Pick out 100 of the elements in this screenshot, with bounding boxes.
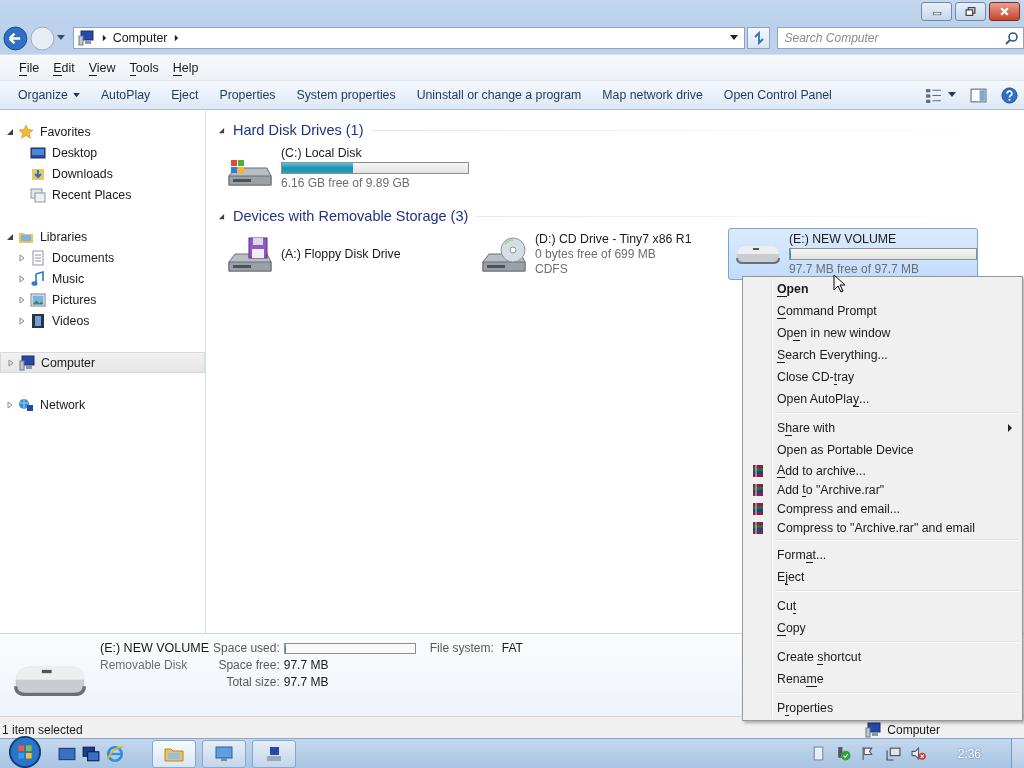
breadcrumb-arrow-icon[interactable] bbox=[101, 34, 107, 42]
preview-pane-icon[interactable] bbox=[970, 86, 987, 104]
tree-item[interactable]: Videos bbox=[0, 310, 205, 331]
tree-item[interactable]: Libraries bbox=[0, 226, 205, 247]
tree-item[interactable]: Documents bbox=[0, 247, 205, 268]
film-icon bbox=[30, 312, 46, 329]
group-header[interactable]: Devices with Removable Storage (3) bbox=[233, 208, 469, 224]
tree-item[interactable]: Desktop bbox=[0, 142, 205, 163]
breadcrumb-arrow-icon[interactable] bbox=[173, 34, 179, 42]
toolbar-button[interactable]: Properties bbox=[211, 84, 284, 106]
security-check-icon[interactable] bbox=[835, 746, 851, 761]
menu-item[interactable]: View bbox=[81, 58, 123, 77]
group-header[interactable]: Hard Disk Drives (1) bbox=[233, 122, 364, 138]
picture-icon bbox=[30, 291, 46, 308]
tree-item[interactable]: Favorites bbox=[0, 121, 205, 142]
menu-item[interactable]: Create shortcut bbox=[745, 646, 1020, 668]
floppy-drive-icon bbox=[228, 236, 272, 272]
menu-item[interactable]: Add to "Archive.rar" bbox=[745, 480, 1020, 499]
toolbar-button[interactable]: Eject bbox=[163, 84, 207, 106]
search-field[interactable]: Search Computer bbox=[777, 27, 1024, 49]
taskbar-button[interactable] bbox=[252, 739, 296, 768]
address-bar[interactable]: Computer bbox=[72, 27, 745, 49]
help-icon[interactable] bbox=[1001, 86, 1018, 104]
menu-item[interactable]: Close CD-tray bbox=[745, 366, 1020, 388]
computer-icon bbox=[865, 721, 882, 738]
menu-item[interactable]: Open as Portable Device bbox=[745, 439, 1020, 461]
menu-item[interactable]: Search Everything... bbox=[745, 344, 1020, 366]
status-text: 1 item selected bbox=[2, 722, 83, 737]
collapse-arrow-icon[interactable] bbox=[6, 127, 14, 136]
menu-item[interactable]: Cut bbox=[745, 595, 1020, 617]
menu-item[interactable]: Open bbox=[745, 278, 1020, 300]
menu-item[interactable]: Properties bbox=[745, 697, 1020, 719]
computer-icon bbox=[264, 745, 284, 762]
menu-item[interactable]: Rename bbox=[745, 668, 1020, 690]
menu-item[interactable]: Add to archive... bbox=[745, 461, 1020, 480]
menu-item[interactable]: Open in new window bbox=[745, 322, 1020, 344]
tree-item[interactable]: Music bbox=[0, 268, 205, 289]
view-options-icon[interactable] bbox=[925, 86, 942, 104]
menu-item[interactable]: Format... bbox=[745, 544, 1020, 566]
toolbar-button[interactable]: System properties bbox=[288, 84, 404, 106]
toolbar-button[interactable]: Open Control Panel bbox=[715, 84, 840, 106]
flag-icon[interactable] bbox=[860, 746, 876, 761]
drive-tile[interactable]: (C:) Local Disk 6.16 GB free of 9.89 GB bbox=[220, 142, 470, 194]
close-button[interactable] bbox=[989, 2, 1020, 21]
status-location: Computer bbox=[887, 722, 940, 737]
menu-item[interactable]: File bbox=[12, 58, 47, 77]
menu-item[interactable]: Command Prompt bbox=[745, 300, 1020, 322]
switch-windows-icon[interactable] bbox=[82, 744, 100, 763]
history-dropdown-icon[interactable] bbox=[56, 35, 65, 41]
expand-arrow-icon[interactable] bbox=[18, 295, 26, 304]
tree-item[interactable]: Pictures bbox=[0, 289, 205, 310]
refresh-button[interactable] bbox=[746, 27, 771, 49]
collapse-arrow-icon[interactable] bbox=[6, 232, 14, 241]
collapse-arrow-icon[interactable] bbox=[218, 212, 225, 220]
dropdown-arrow-icon[interactable] bbox=[729, 35, 738, 41]
collapse-arrow-icon[interactable] bbox=[218, 126, 225, 134]
archive-books-icon bbox=[752, 502, 764, 515]
tree-item[interactable]: Recent Places bbox=[0, 184, 205, 205]
tree-item[interactable]: Computer bbox=[0, 352, 205, 373]
property-value: FAT bbox=[501, 641, 523, 655]
tree-item[interactable]: Downloads bbox=[0, 163, 205, 184]
back-button[interactable] bbox=[3, 25, 28, 51]
expand-arrow-icon[interactable] bbox=[6, 400, 14, 409]
restore-button[interactable] bbox=[955, 2, 986, 21]
tree-item[interactable]: Network bbox=[0, 394, 205, 415]
drive-tile[interactable]: (A:) Floppy Disk Drive bbox=[220, 228, 470, 280]
toolbar-button[interactable]: AutoPlay bbox=[92, 84, 159, 106]
drive-tile[interactable]: (D:) CD Drive - Tiny7 x86 R1 0 bytes free of 699 MB CDFS bbox=[474, 228, 724, 280]
menu-item[interactable]: Copy bbox=[745, 617, 1020, 639]
menu-item[interactable]: Share with bbox=[745, 417, 1020, 439]
monitor-icon bbox=[214, 745, 234, 762]
menu-item[interactable]: Eject bbox=[745, 566, 1020, 588]
drive-name: (E:) NEW VOLUME bbox=[789, 232, 898, 246]
drive-name: (D:) CD Drive - Tiny7 x86 R1 bbox=[535, 232, 692, 246]
desktop-icon bbox=[30, 144, 46, 161]
dropdown-arrow-icon[interactable] bbox=[948, 92, 956, 98]
taskbar-button[interactable] bbox=[202, 739, 246, 768]
free-space-text: 0 bytes free of 699 MB bbox=[535, 247, 657, 261]
expand-arrow-icon[interactable] bbox=[18, 316, 26, 325]
menu-item[interactable]: Tools bbox=[122, 58, 166, 77]
toolbar-button[interactable]: Organize bbox=[10, 84, 88, 106]
free-space-text: 6.16 GB free of 9.89 GB bbox=[281, 176, 411, 190]
toolbar-button[interactable]: Map network drive bbox=[594, 84, 711, 106]
network-icon[interactable] bbox=[885, 746, 901, 761]
toolbar-button[interactable]: Uninstall or change a program bbox=[408, 84, 590, 106]
menu-item[interactable]: Compress to "Archive.rar" and email bbox=[745, 518, 1020, 537]
drive-tile[interactable]: (E:) NEW VOLUME 97.7 MB free of 97.7 MB bbox=[728, 228, 978, 280]
start-button[interactable] bbox=[8, 734, 42, 768]
expand-arrow-icon[interactable] bbox=[7, 358, 15, 367]
menu-item[interactable]: Help bbox=[165, 58, 206, 77]
menu-item[interactable]: Compress and email... bbox=[745, 499, 1020, 518]
breadcrumb-item[interactable]: Computer bbox=[112, 31, 168, 45]
menu-item[interactable]: Edit bbox=[46, 58, 82, 77]
folder-icon bbox=[164, 745, 184, 762]
muted-speaker-icon[interactable] bbox=[910, 746, 926, 761]
menu-item[interactable]: Open AutoPlay... bbox=[745, 388, 1020, 410]
property-label: Space used: bbox=[213, 641, 280, 655]
item-type: Removable Disk bbox=[100, 658, 189, 672]
expand-arrow-icon[interactable] bbox=[18, 274, 26, 283]
expand-arrow-icon[interactable] bbox=[18, 253, 26, 262]
